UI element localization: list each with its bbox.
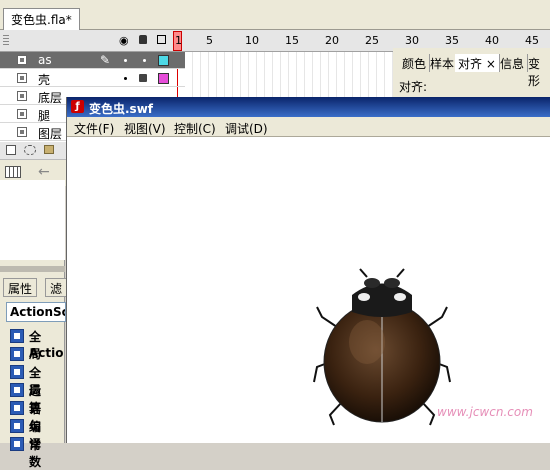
visible-dot-icon[interactable]: [124, 77, 127, 80]
layer-row-as[interactable]: as ✎: [0, 52, 185, 69]
layer-toolbar: [0, 142, 66, 160]
layer-icon: [17, 109, 27, 119]
book-icon: [10, 329, 24, 343]
lock-icon[interactable]: [139, 74, 147, 82]
swf-player-window: ƒ 变色虫.swf 文件(F) 视图(V) 控制(C) 调试(D) www.jc…: [66, 97, 550, 443]
layer-icon: [17, 73, 27, 83]
frame-number: 40: [485, 34, 499, 47]
lock-icon[interactable]: [139, 35, 147, 44]
tab-transform[interactable]: 变形: [525, 54, 550, 88]
pencil-icon: ✎: [100, 53, 111, 67]
book-icon: [10, 419, 24, 433]
frame-number: 10: [245, 34, 259, 47]
eye-icon[interactable]: ◉: [119, 34, 129, 47]
left-panel: 属性 滤 ActionScr 全局 Actio 全局 运算 语句 编译 常数: [0, 180, 68, 469]
watermark-text: www.jcwcn.com: [437, 405, 533, 419]
panel-grip-icon[interactable]: [3, 35, 9, 47]
book-icon: [10, 401, 24, 415]
layer-icon: [17, 127, 27, 137]
frame-number: 35: [445, 34, 459, 47]
layer-row-shell[interactable]: 壳: [0, 70, 185, 87]
edit-scene-icon[interactable]: [5, 166, 21, 178]
outline-icon[interactable]: [157, 35, 166, 44]
back-arrow-icon[interactable]: ←: [38, 164, 50, 180]
frame-number: 1: [175, 34, 182, 47]
layer-name: 底层: [38, 91, 63, 105]
layer-name: 图层: [38, 127, 63, 141]
visible-dot-icon[interactable]: [124, 59, 127, 62]
layer-color-swatch[interactable]: [158, 73, 169, 84]
tab-color[interactable]: 颜色: [399, 54, 431, 72]
document-tab-bar: 变色虫.fla*: [0, 0, 550, 30]
layer-icon: [17, 91, 27, 101]
menu-control[interactable]: 控制(C): [174, 120, 216, 137]
book-icon: [10, 383, 24, 397]
menu-view[interactable]: 视图(V): [124, 120, 166, 137]
tab-align[interactable]: 对齐 ×: [455, 54, 500, 72]
panel-splitter[interactable]: [0, 266, 65, 272]
tab-properties[interactable]: 属性: [3, 278, 38, 297]
tab-filters[interactable]: 滤: [45, 278, 68, 297]
frame-number: 15: [285, 34, 299, 47]
layer-name: 壳: [38, 73, 51, 87]
timeline-scroll-area: [0, 180, 65, 260]
book-icon: [10, 365, 24, 379]
frame-number: 5: [206, 34, 213, 47]
motion-guide-icon[interactable]: [24, 145, 36, 155]
tab-info[interactable]: 信息: [497, 54, 529, 72]
swf-menubar: 文件(F) 视图(V) 控制(C) 调试(D): [67, 117, 550, 137]
ladybug-image: [313, 268, 451, 426]
document-tab[interactable]: 变色虫.fla*: [3, 8, 80, 30]
book-icon: [10, 437, 24, 451]
frame-number: 30: [405, 34, 419, 47]
layer-row-layer[interactable]: 图层: [0, 124, 66, 141]
close-icon[interactable]: ×: [486, 57, 496, 71]
book-icon: [10, 347, 24, 361]
frame-number: 20: [325, 34, 339, 47]
frame-number: 45: [525, 34, 539, 47]
unlocked-dot-icon[interactable]: [143, 59, 146, 62]
flash-icon: ƒ: [71, 100, 84, 113]
menu-file[interactable]: 文件(F): [74, 120, 114, 137]
layer-name: as: [38, 53, 52, 67]
swf-stage[interactable]: www.jcwcn.com: [67, 137, 550, 443]
swf-title: 变色虫.swf: [89, 102, 154, 116]
layer-name: 腿: [38, 109, 51, 123]
frame-number: 25: [365, 34, 379, 47]
menu-debug[interactable]: 调试(D): [225, 120, 268, 137]
layer-color-swatch[interactable]: [158, 55, 169, 66]
align-title: 对齐:: [399, 80, 428, 94]
insert-layer-icon[interactable]: [6, 145, 16, 155]
actionscript-combo[interactable]: ActionScr: [6, 302, 66, 322]
swf-title-bar[interactable]: ƒ 变色虫.swf: [67, 97, 550, 117]
layer-icon: [17, 55, 27, 65]
folder-icon[interactable]: [44, 145, 54, 154]
tab-swatches[interactable]: 样本: [427, 54, 459, 72]
